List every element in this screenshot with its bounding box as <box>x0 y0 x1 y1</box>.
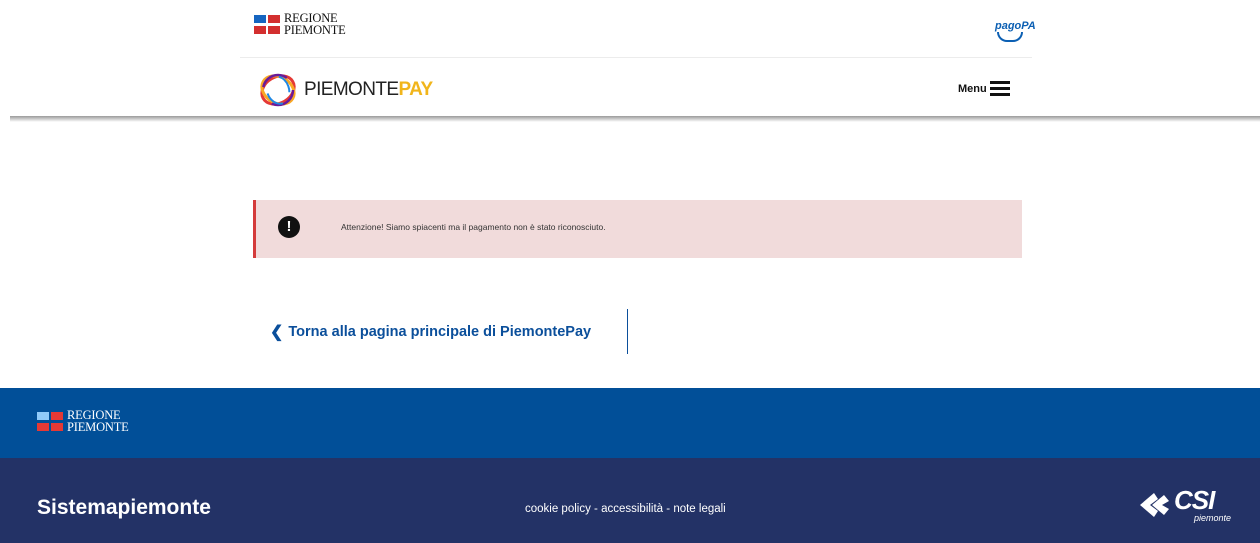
hamburger-icon <box>989 78 1010 99</box>
piemontepay-ring-icon <box>260 73 296 107</box>
regione-piemonte-flag-icon <box>254 14 281 35</box>
legal-notes-link[interactable]: note legali <box>673 503 725 515</box>
csi-logo-sub: piemonte <box>1194 513 1232 523</box>
csi-logo-main: CSI <box>1174 485 1215 515</box>
footer-brand: Sistemapiemonte <box>37 496 211 519</box>
pagopa-logo[interactable]: pagoPA <box>990 20 1036 42</box>
header-shadow <box>10 116 1260 122</box>
footer-link-separator: - <box>590 503 602 515</box>
vertical-divider <box>627 309 628 354</box>
region-logo-line2: PIEMONTE <box>284 22 346 37</box>
pagopa-label: pagoPA <box>995 20 1036 32</box>
footer-legal-links: cookie policy - accessibilità - note leg… <box>525 503 726 515</box>
chevron-left-icon: ❮ <box>270 324 284 341</box>
footer-top: REGIONE PIEMONTE <box>0 388 1260 458</box>
footer-regione-piemonte-logo[interactable]: REGIONE PIEMONTE <box>37 409 129 434</box>
piemontepay-name-part2: PAY <box>398 79 433 100</box>
header-divider <box>240 57 1032 58</box>
exclamation-circle-icon: ! <box>278 216 300 238</box>
csi-piemonte-logo[interactable]: CSI piemonte <box>1136 485 1232 525</box>
footer-link-separator: - <box>663 503 674 515</box>
csi-swirl-icon <box>1140 493 1169 517</box>
footer-regione-piemonte-flag-icon <box>37 411 64 432</box>
menu-button[interactable]: Menu <box>958 78 1010 99</box>
footer-region-logo-line2: PIEMONTE <box>67 419 129 434</box>
accessibility-link[interactable]: accessibilità <box>601 503 663 515</box>
piemontepay-logo[interactable]: PIEMONTEPAY <box>258 70 433 110</box>
pagopa-arc-icon <box>997 32 1023 42</box>
menu-label: Menu <box>958 82 987 95</box>
regione-piemonte-logo[interactable]: REGIONE PIEMONTE <box>254 12 346 37</box>
header: REGIONE PIEMONTE pagoPA PIEMONTEPAY Menu <box>0 0 1260 118</box>
error-alert: ! Attenzione! Siamo spiacenti ma il paga… <box>253 200 1022 258</box>
alert-message: Attenzione! Siamo spiacenti ma il pagame… <box>341 222 606 232</box>
back-link-label: Torna alla pagina principale di Piemonte… <box>288 324 592 340</box>
back-to-home-link[interactable]: ❮ Torna alla pagina principale di Piemon… <box>270 322 591 342</box>
piemontepay-name-part1: PIEMONTE <box>304 79 399 100</box>
cookie-policy-link[interactable]: cookie policy <box>525 503 591 515</box>
